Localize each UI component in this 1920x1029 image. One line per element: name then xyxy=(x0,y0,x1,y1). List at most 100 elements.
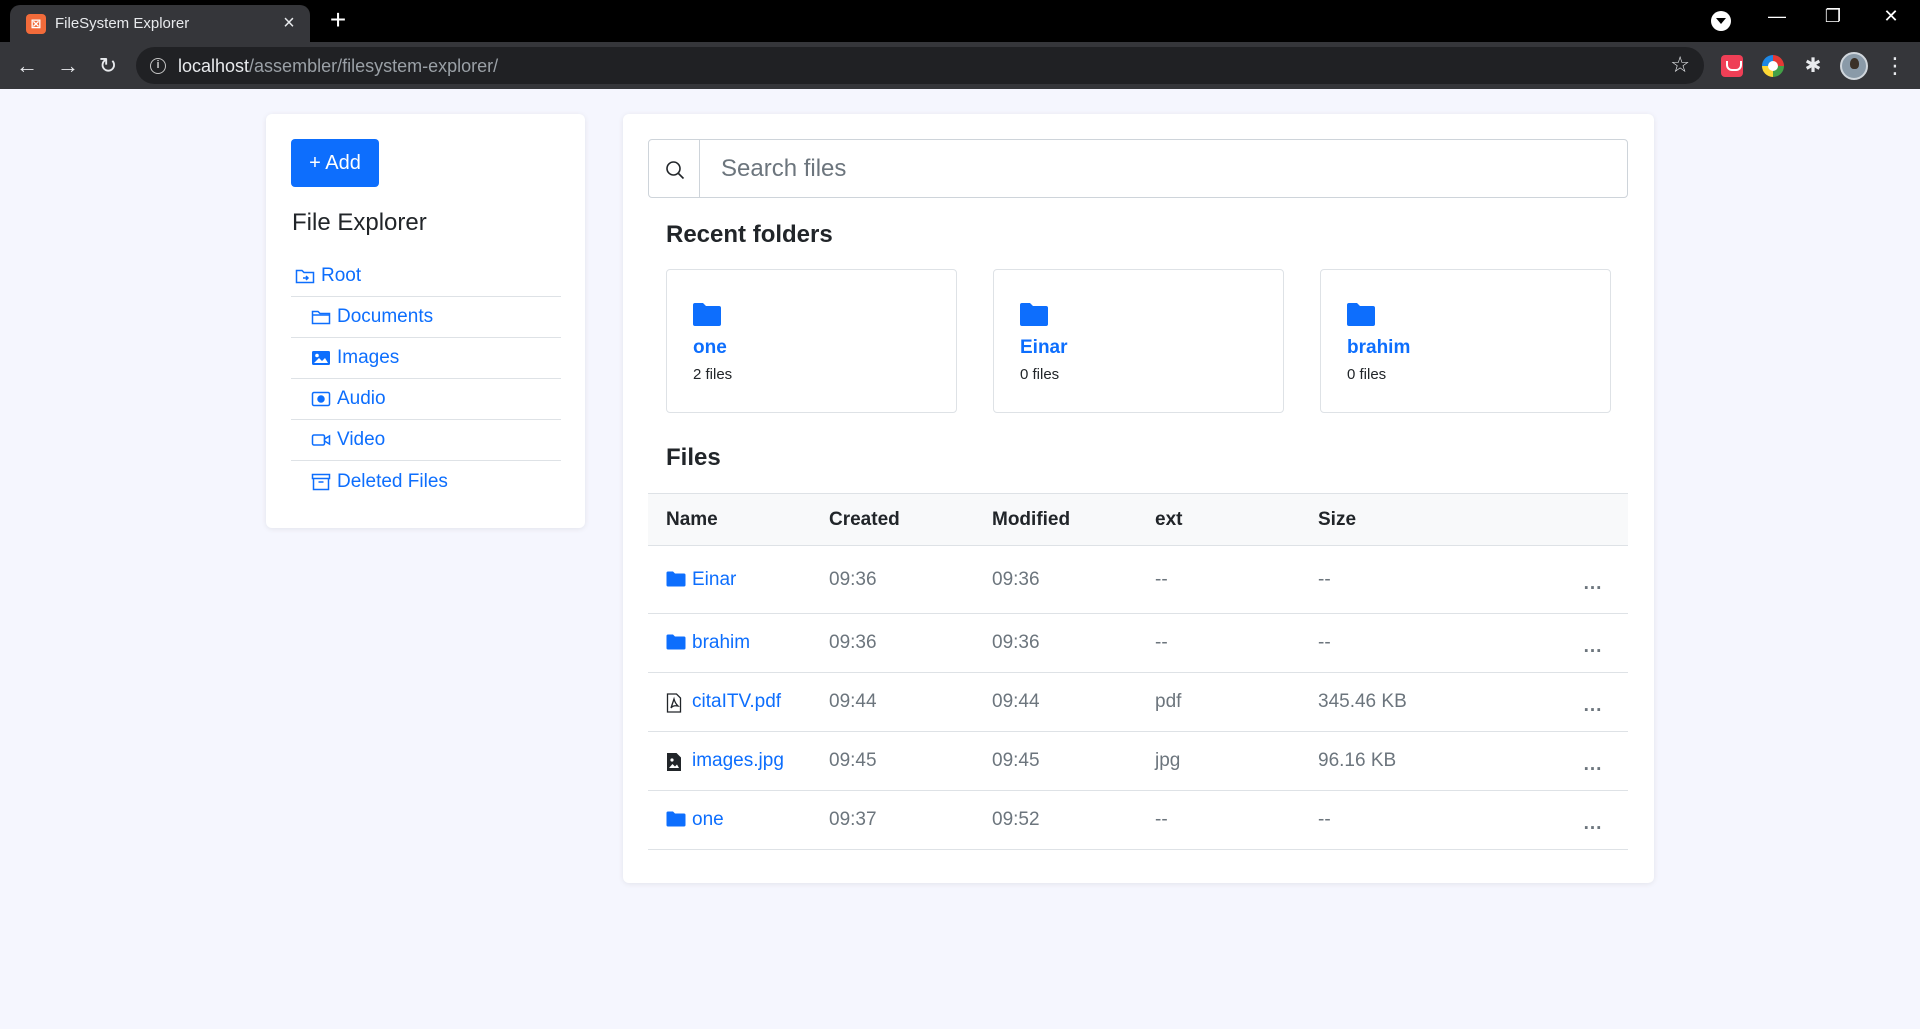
row-actions-menu-icon[interactable]: ... xyxy=(1540,790,1628,850)
sidebar-item-documents[interactable]: Documents xyxy=(291,297,561,338)
search-button[interactable] xyxy=(648,139,700,198)
folder-symlink-icon xyxy=(295,267,315,285)
ext-cell: -- xyxy=(1137,790,1300,850)
files-table: Name Created Modified ext Size Einar 09:… xyxy=(648,493,1628,850)
row-actions-menu-icon[interactable]: ... xyxy=(1540,613,1628,673)
modified-cell: 09:36 xyxy=(974,545,1137,614)
ext-cell: jpg xyxy=(1137,731,1300,791)
created-cell: 09:44 xyxy=(811,672,974,732)
forward-icon[interactable]: → xyxy=(53,51,83,81)
row-actions-menu-icon[interactable]: ... xyxy=(1540,545,1628,614)
folder-file-count: 2 files xyxy=(693,366,733,383)
created-cell: 09:45 xyxy=(811,731,974,791)
folder-file-count: 0 files xyxy=(1347,366,1387,383)
window-close-icon[interactable]: ✕ xyxy=(1876,6,1906,27)
recent-folder-card[interactable]: Einar 0 files xyxy=(993,269,1284,413)
search-group xyxy=(648,139,1628,198)
tab-close-icon[interactable]: × xyxy=(278,12,300,35)
browser-tabbar: ⊠ FileSystem Explorer × + — ❐ ✕ xyxy=(0,0,1920,42)
folder-icon xyxy=(311,308,331,326)
sidebar-card: + Add File Explorer Root Documents Image… xyxy=(266,114,585,528)
size-cell: -- xyxy=(1300,545,1540,614)
table-row[interactable]: Einar 09:36 09:36 -- -- ... xyxy=(648,545,1628,614)
back-icon[interactable]: ← xyxy=(12,51,42,81)
profile-avatar[interactable] xyxy=(1840,52,1868,80)
folder-file-count: 0 files xyxy=(1020,366,1060,383)
sidebar-item-root[interactable]: Root xyxy=(291,256,561,297)
sidebar-item-video[interactable]: Video xyxy=(291,420,561,461)
modified-cell: 09:45 xyxy=(974,731,1137,791)
folder-name: brahim xyxy=(1347,337,1411,358)
table-row[interactable]: citaITV.pdf 09:44 09:44 pdf 345.46 KB ..… xyxy=(648,672,1628,732)
created-cell: 09:36 xyxy=(811,613,974,673)
folder-icon xyxy=(666,634,686,652)
column-header-actions xyxy=(1540,494,1628,546)
sidebar-item-label: Documents xyxy=(337,306,434,327)
table-row[interactable]: brahim 09:36 09:36 -- -- ... xyxy=(648,613,1628,673)
audio-icon xyxy=(311,390,331,408)
sidebar-item-label: Video xyxy=(337,429,386,450)
ext-cell: -- xyxy=(1137,613,1300,673)
folder-icon xyxy=(693,303,721,326)
recent-folder-card[interactable]: brahim 0 files xyxy=(1320,269,1611,413)
info-icon[interactable]: i xyxy=(150,58,166,74)
row-actions-menu-icon[interactable]: ... xyxy=(1540,731,1628,791)
browser-tab[interactable]: ⊠ FileSystem Explorer × xyxy=(10,5,310,42)
folder-icon xyxy=(1020,303,1048,326)
browser-menu-icon[interactable]: ⋮ xyxy=(1880,51,1910,81)
color-extension-icon[interactable] xyxy=(1762,55,1784,77)
file-name-link[interactable]: brahim xyxy=(666,632,811,654)
modified-cell: 09:36 xyxy=(974,613,1137,673)
add-button[interactable]: + Add xyxy=(291,139,379,187)
column-header-created[interactable]: Created xyxy=(811,494,974,546)
xampp-icon: ⊠ xyxy=(26,14,46,34)
sidebar-item-audio[interactable]: Audio xyxy=(291,379,561,420)
file-name-link[interactable]: one xyxy=(666,809,811,831)
downloads-icon[interactable] xyxy=(1711,11,1731,31)
recent-folders-title: Recent folders xyxy=(666,221,833,248)
folder-tree: Root Documents Images Audio Video Delete… xyxy=(291,256,561,502)
browser-toolbar: ← → ↻ i localhost/assembler/filesystem-e… xyxy=(0,42,1920,89)
file-name-link[interactable]: Einar xyxy=(666,569,811,591)
column-header-name[interactable]: Name xyxy=(648,494,811,546)
sidebar-item-deleted-files[interactable]: Deleted Files xyxy=(291,461,561,502)
folder-icon xyxy=(666,571,686,589)
minimize-icon[interactable]: — xyxy=(1762,6,1792,27)
sidebar-item-label: Audio xyxy=(337,388,386,409)
search-input[interactable] xyxy=(699,139,1628,198)
sidebar-item-label: Images xyxy=(337,347,400,368)
column-header-modified[interactable]: Modified xyxy=(974,494,1137,546)
column-header-ext[interactable]: ext xyxy=(1137,494,1300,546)
sidebar-item-images[interactable]: Images xyxy=(291,338,561,379)
table-row[interactable]: images.jpg 09:45 09:45 jpg 96.16 KB ... xyxy=(648,731,1628,791)
file-name-link[interactable]: images.jpg xyxy=(666,750,811,772)
folder-name: one xyxy=(693,337,727,358)
sidebar-title: File Explorer xyxy=(292,209,427,236)
size-cell: 345.46 KB xyxy=(1300,672,1540,732)
file-name-link[interactable]: citaITV.pdf xyxy=(666,691,811,713)
bookmark-star-icon[interactable]: ☆ xyxy=(1670,52,1690,78)
tab-title: FileSystem Explorer xyxy=(55,15,190,32)
restore-icon[interactable]: ❐ xyxy=(1818,6,1848,27)
modified-cell: 09:44 xyxy=(974,672,1137,732)
video-icon xyxy=(311,431,331,449)
image-file-icon xyxy=(666,752,686,771)
column-header-size[interactable]: Size xyxy=(1300,494,1540,546)
sidebar-item-label: Deleted Files xyxy=(337,470,448,492)
modified-cell: 09:52 xyxy=(974,790,1137,850)
ext-cell: -- xyxy=(1137,545,1300,614)
folder-icon xyxy=(1347,303,1375,326)
recent-folder-card[interactable]: one 2 files xyxy=(666,269,957,413)
main-card: Recent folders one 2 files Einar 0 files… xyxy=(623,114,1654,883)
url-text: localhost/assembler/filesystem-explorer/ xyxy=(178,56,499,76)
image-icon xyxy=(311,349,331,367)
row-actions-menu-icon[interactable]: ... xyxy=(1540,672,1628,732)
extensions-puzzle-icon[interactable]: ✱ xyxy=(1802,55,1824,77)
reload-icon[interactable]: ↻ xyxy=(93,51,123,81)
table-row[interactable]: one 09:37 09:52 -- -- ... xyxy=(648,790,1628,850)
files-title: Files xyxy=(666,444,721,471)
pocket-extension-icon[interactable] xyxy=(1721,55,1743,77)
size-cell: -- xyxy=(1300,613,1540,673)
address-bar[interactable]: i localhost/assembler/filesystem-explore… xyxy=(136,47,1704,84)
new-tab-icon[interactable]: + xyxy=(323,5,353,35)
